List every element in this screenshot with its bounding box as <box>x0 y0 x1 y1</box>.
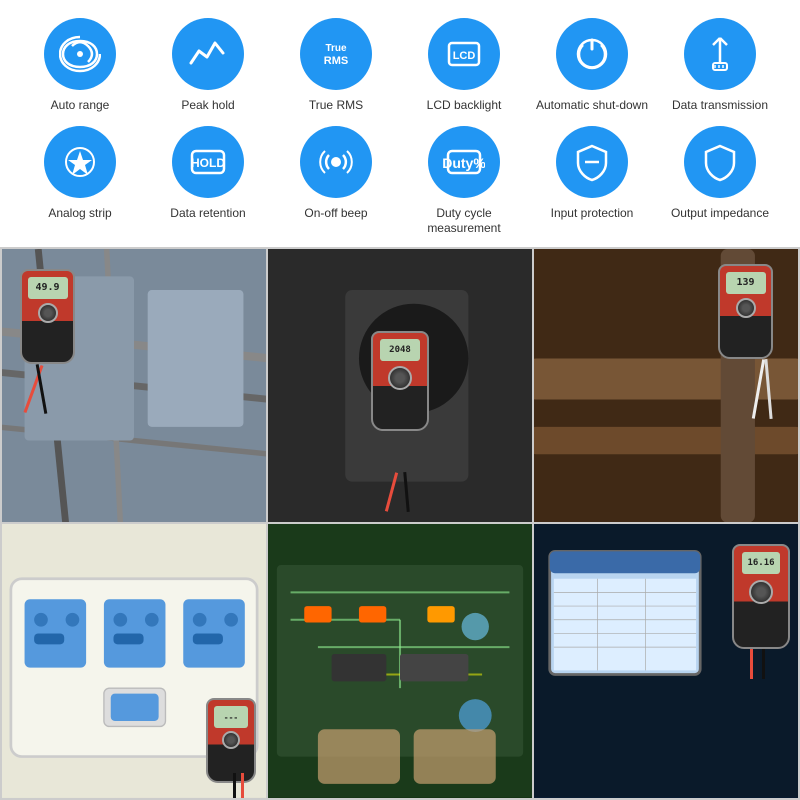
features-grid: Auto range Peak hold True RMS <box>20 18 780 237</box>
input-protection-icon <box>556 126 628 198</box>
auto-shutdown-label: Automatic shut-down <box>536 98 648 114</box>
true-rms-label: True RMS <box>309 98 363 114</box>
features-section: Auto range Peak hold True RMS <box>0 0 800 247</box>
photo-cell-6: 16.16 <box>534 524 798 798</box>
analog-strip-label: Analog strip <box>48 206 111 222</box>
data-transmission-label: Data transmission <box>672 98 768 114</box>
peak-hold-icon <box>172 18 244 90</box>
feature-data-retention: HOLD Data retention <box>148 126 268 237</box>
auto-range-label: Auto range <box>51 98 110 114</box>
photo-cell-2: 2048 <box>268 249 532 523</box>
feature-input-protection: Input protection <box>532 126 652 237</box>
photo-grid: 49.9 2048 <box>0 247 800 800</box>
output-impedance-label: Output impedance <box>671 206 769 222</box>
duty-cycle-icon: Duty% <box>428 126 500 198</box>
page-wrapper: Auto range Peak hold True RMS <box>0 0 800 800</box>
svg-text:True: True <box>325 43 347 54</box>
feature-analog-strip: Analog strip <box>20 126 140 237</box>
svg-text:RMS: RMS <box>324 55 348 67</box>
output-impedance-icon <box>684 126 756 198</box>
photo-cell-1: 49.9 <box>2 249 266 523</box>
input-protection-label: Input protection <box>551 206 634 222</box>
feature-duty-cycle: Duty% Duty cycle measurement <box>404 126 524 237</box>
analog-strip-icon <box>44 126 116 198</box>
duty-cycle-label: Duty cycle measurement <box>404 206 524 237</box>
photo-cell-4: --- <box>2 524 266 798</box>
peak-hold-label: Peak hold <box>181 98 234 114</box>
feature-true-rms: True RMS True RMS <box>276 18 396 114</box>
auto-shutdown-icon <box>556 18 628 90</box>
feature-auto-range: Auto range <box>20 18 140 114</box>
feature-output-impedance: Output impedance <box>660 126 780 237</box>
feature-on-off-beep: On-off beep <box>276 126 396 237</box>
svg-text:HOLD: HOLD <box>191 156 225 170</box>
photo-cell-5 <box>268 524 532 798</box>
feature-lcd-backlight: LCD LCD backlight <box>404 18 524 114</box>
data-transmission-icon <box>684 18 756 90</box>
data-retention-label: Data retention <box>170 206 245 222</box>
true-rms-icon: True RMS <box>300 18 372 90</box>
feature-peak-hold: Peak hold <box>148 18 268 114</box>
photo-cell-3: 139 <box>534 249 798 523</box>
on-off-beep-label: On-off beep <box>304 206 367 222</box>
feature-auto-shutdown: Automatic shut-down <box>532 18 652 114</box>
feature-data-transmission: Data transmission <box>660 18 780 114</box>
lcd-backlight-label: LCD backlight <box>427 98 502 114</box>
data-retention-icon: HOLD <box>172 126 244 198</box>
on-off-beep-icon <box>300 126 372 198</box>
auto-range-icon <box>44 18 116 90</box>
svg-text:LCD: LCD <box>453 50 476 62</box>
lcd-backlight-icon: LCD <box>428 18 500 90</box>
svg-text:Duty%: Duty% <box>443 155 485 171</box>
